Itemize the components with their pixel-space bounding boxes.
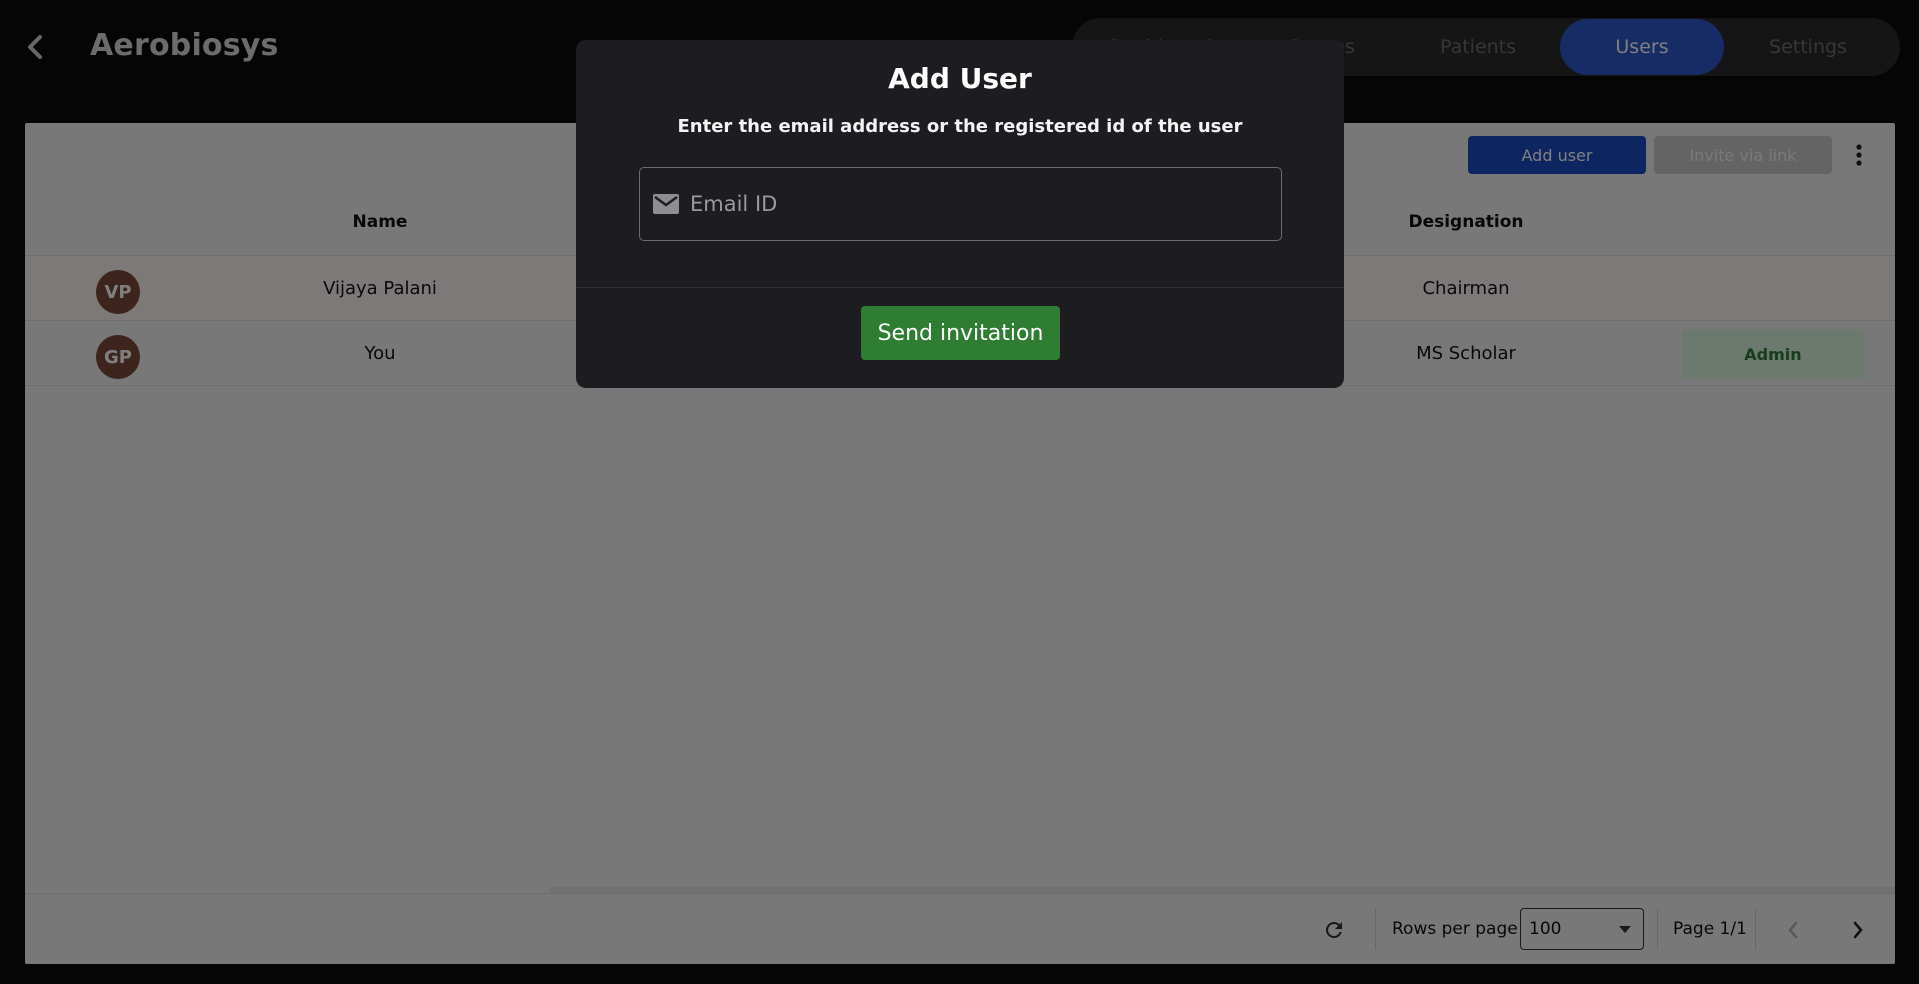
dialog-divider (576, 287, 1344, 288)
email-field[interactable] (639, 167, 1282, 241)
add-user-dialog: Add User Enter the email address or the … (576, 40, 1344, 388)
app-root: Aerobiosys Dashboard Groups Patients Use… (0, 0, 1919, 984)
email-input[interactable] (690, 182, 1270, 226)
dialog-subtitle: Enter the email address or the registere… (677, 116, 1243, 137)
send-invitation-button[interactable]: Send invitation (861, 306, 1060, 360)
mail-icon (653, 194, 679, 214)
dialog-title: Add User (888, 62, 1032, 95)
